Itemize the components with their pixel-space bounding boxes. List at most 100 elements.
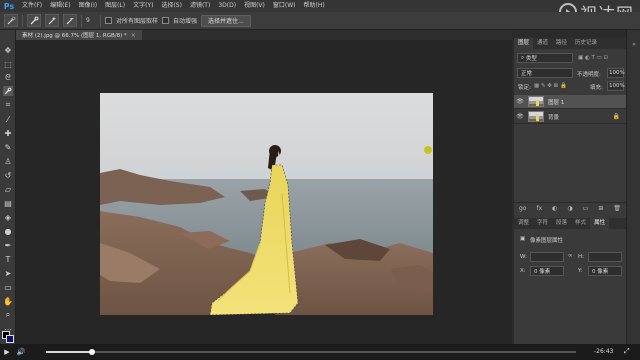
auto-enhance-checkbox[interactable] [162,17,170,24]
document-tab-bar: 素材 (2).jpg @ 66.7% (图层 1, RGB/8) * × [16,30,512,40]
eye-icon[interactable]: 👁 [514,110,526,124]
crop-tool-icon[interactable]: ⌗ [3,100,13,110]
layer-row-background[interactable]: 👁 背景 🔒 [514,110,626,124]
new-selection-icon[interactable] [27,14,41,27]
move-tool-icon[interactable]: ✥ [3,45,13,55]
layer-row-layer1[interactable]: 👁 图层 1 [514,95,626,109]
separator [22,14,23,27]
photoshop-window: Ps 文件(F) 编辑(E) 图像(I) 图层(L) 文字(Y) 选择(S) 滤… [0,0,640,360]
eraser-tool-icon[interactable]: ▱ [3,184,13,194]
new-layer-icon[interactable]: ⊞ [598,205,603,212]
collapsed-panel-strip: « [626,30,640,350]
menu-window[interactable]: 窗口(W) [269,0,300,12]
auto-enhance-label: 自动增强 [173,18,198,25]
add-to-selection-icon[interactable] [45,14,59,27]
document-canvas[interactable] [100,93,433,315]
menu-image[interactable]: 图像(I) [75,0,101,12]
video-player-bar: ▶ 🔊 -26:43 ⤢ [0,344,640,360]
lock-label: 锁定: [518,85,531,91]
play-icon[interactable]: ▶ [0,345,14,359]
volume-icon[interactable]: 🔊 [14,345,28,359]
lock-icons[interactable]: ▦ ✎ ✥ ⊠ 🔒 [534,83,567,89]
pen-tool-icon[interactable]: ✒ [3,240,13,250]
history-brush-tool-icon[interactable]: ↺ [3,170,13,180]
y-input[interactable]: 0 像素 [588,266,622,276]
tab-paragraph[interactable]: 段落 [552,218,571,229]
tab-properties[interactable]: 属性 [590,218,610,229]
menu-view[interactable]: 视图(V) [240,0,269,12]
eye-icon[interactable]: 👁 [514,95,526,109]
quick-selection-tool-icon[interactable] [4,14,18,27]
right-panels: 图层 通道 路径 历史记录 ⌕ 类型 ▣ ◐ T ▭ ⊡ 正常 不透明度: 10… [514,38,626,344]
tab-paths[interactable]: 路径 [552,38,571,49]
path-selection-tool-icon[interactable]: ➤ [3,268,13,278]
tools-panel: ✥ ⬚ ᘓ ⌗ ⁄ ✚ ✎ ♙ ↺ ▱ ▤ ◈ ● ✒ T ➤ ▭ ✋ ⌕ ⋯ [0,30,16,350]
delete-layer-icon[interactable]: 🗑 [613,205,621,212]
menu-3d[interactable]: 3D(D) [214,0,240,12]
add-mask-icon[interactable]: ◐ [552,205,557,212]
brush-size-dropdown[interactable]: 9 [86,16,96,26]
tab-character[interactable]: 字符 [533,218,552,229]
blend-mode-select[interactable]: 正常 [517,68,573,78]
document-tab[interactable]: 素材 (2).jpg @ 66.7% (图层 1, RGB/8) * × [16,30,142,40]
video-progress-knob[interactable] [89,349,96,355]
panel-collapse-icon[interactable]: « [630,40,638,48]
y-label: Y: [578,268,583,274]
canvas-area[interactable] [16,40,512,344]
tab-styles[interactable]: 样式 [571,218,590,229]
x-input[interactable]: 0 像素 [530,266,564,276]
tab-adjustments[interactable]: 调整 [514,218,533,229]
subtract-from-selection-icon[interactable] [63,14,77,27]
layer-kind-filter[interactable]: ⌕ 类型 [517,53,573,63]
menu-bar: Ps 文件(F) 编辑(E) 图像(I) 图层(L) 文字(Y) 选择(S) 滤… [0,0,640,12]
menu-edit[interactable]: 编辑(E) [46,0,74,12]
link-layers-icon[interactable]: go [519,205,526,212]
new-group-icon[interactable]: ▭ [583,205,589,212]
tab-channels[interactable]: 通道 [533,38,552,49]
sample-all-layers-checkbox[interactable] [105,17,112,24]
pixel-layer-icon: ▣ [520,236,526,242]
menu-layer[interactable]: 图层(L) [101,0,129,12]
blur-tool-icon[interactable]: ◈ [3,212,13,222]
sample-all-layers-label: 对所有图层取样 [116,18,159,25]
lasso-tool-icon[interactable]: ᘓ [3,73,13,83]
menu-type[interactable]: 文字(Y) [129,0,157,12]
link-dimensions-icon[interactable]: ∞ [568,253,573,259]
width-input[interactable] [530,252,564,262]
w-label: W: [520,254,527,260]
quick-selection-tool-icon[interactable] [3,86,13,96]
tab-history[interactable]: 历史记录 [571,38,601,49]
select-and-mask-button[interactable]: 选择并遮住... [201,14,251,27]
fill-input[interactable]: 100% [607,81,625,91]
marquee-tool-icon[interactable]: ⬚ [3,59,13,69]
background-color-swatch[interactable] [6,335,14,343]
close-tab-icon[interactable]: × [131,32,136,39]
adjustment-layer-icon[interactable]: ◑ [567,205,572,212]
fullscreen-icon[interactable]: ⤢ [624,347,630,356]
filter-icons[interactable]: ▣ ◐ T ▭ ⊡ [578,55,608,61]
eyedropper-tool-icon[interactable]: ⁄ [3,114,13,124]
menu-filter[interactable]: 滤镜(T) [186,0,214,12]
separator [100,14,101,27]
video-progress-track[interactable] [46,349,576,355]
menu-help[interactable]: 帮助(H) [300,0,329,12]
clone-stamp-tool-icon[interactable]: ♙ [3,156,13,166]
layer-style-icon[interactable]: fx [536,205,542,212]
opacity-input[interactable]: 100% [607,68,625,78]
document-tab-title: 素材 (2).jpg @ 66.7% (图层 1, RGB/8) * [22,33,127,39]
menu-select[interactable]: 选择(S) [157,0,186,12]
tab-layers[interactable]: 图层 [514,38,534,49]
photoshop-logo: Ps [3,1,15,11]
menu-file[interactable]: 文件(F) [18,0,46,12]
dodge-tool-icon[interactable]: ● [3,226,13,236]
height-input[interactable] [588,252,622,262]
hand-tool-icon[interactable]: ✋ [3,296,13,306]
type-tool-icon[interactable]: T [3,254,13,264]
zoom-tool-icon[interactable]: ⌕ [3,310,13,320]
layer-name[interactable]: 背景 [548,113,559,121]
layer-name[interactable]: 图层 1 [548,98,564,106]
rectangle-tool-icon[interactable]: ▭ [3,282,13,292]
brush-tool-icon[interactable]: ✎ [3,142,13,152]
healing-brush-tool-icon[interactable]: ✚ [3,128,13,138]
gradient-tool-icon[interactable]: ▤ [3,198,13,208]
